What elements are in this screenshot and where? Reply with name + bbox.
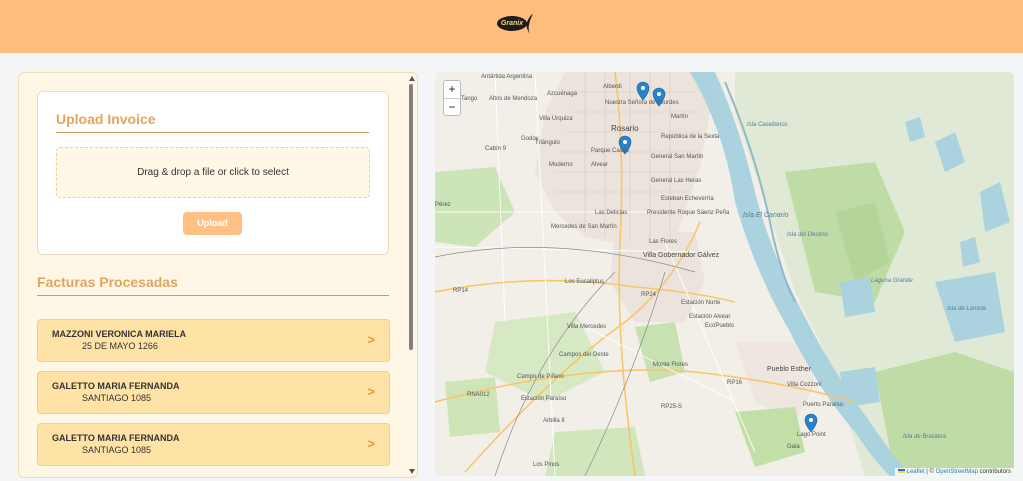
map-label: RNA012 [467,392,490,398]
map-label: Alvear [591,162,609,168]
map-label: Nuestra Señora de Lourdes [605,100,679,106]
leaflet-link[interactable]: Leaflet [907,469,925,475]
invoice-name: GALETTO MARIA FERNANDA [52,433,180,443]
map-label: Isla de Brasilera [903,434,947,440]
map-label: Villa Urquiza [539,116,573,122]
map-label-villa-gobernador-galvez: Villa Gobernador Gálvez [643,252,720,259]
zoom-out-button[interactable]: − [444,99,460,116]
map-label: Azcuénaga [547,91,578,97]
granix-logo[interactable]: Granix [497,13,535,35]
map-label: Lago Point [797,432,826,438]
map-label: Alberdi [603,84,622,90]
invoice-address: SANTIAGO 1085 [82,445,152,455]
map-tiles [435,72,1014,476]
map-label: República de la Sexta [661,134,720,140]
map-label: Gaia [787,444,800,450]
map-label: Isla de Lamola [947,306,987,312]
map-label: Antártida Argentina [481,74,533,80]
map-label-pueblo-esther: Pueblo Esther [767,366,811,373]
map-label: Estación Alvear [689,314,731,320]
map-label: Campo de Piñero [517,374,564,380]
invoice-item[interactable]: GALETTO MARIA FERNANDA SANTIAGO 1085 > [37,371,390,414]
map-label: Isla Casellanos [747,122,788,128]
facturas-procesadas-title: Facturas Procesadas [37,274,178,290]
logo-feather-icon [526,14,533,34]
map-label: Triángulo [535,140,560,146]
map-label: RP24 [641,292,657,298]
map-view[interactable]: Antártida Argentina Tango Altos de Mendo… [435,72,1014,476]
attribution-suffix: contributors [977,469,1011,475]
ukraine-flag-icon [897,469,905,474]
invoice-name: GALETTO MARIA FERNANDA [52,381,180,391]
map-label: General Las Heras [651,178,702,184]
map-label: Isla El Canario [743,212,789,219]
upload-button[interactable]: Upload [183,212,242,235]
map-label: Laguna Grande [871,278,913,284]
map-label: Campos del Oeste [559,352,609,358]
map-label: Tango [461,96,478,102]
facturas-title-divider [37,295,389,296]
map-label: Arbilla II [543,418,565,424]
invoice-address: SANTIAGO 1085 [82,393,152,403]
map-label: Las Delicias [595,210,628,216]
dropzone-text: Drag & drop a file or click to select [137,167,289,178]
top-header-bar: Granix [0,0,1023,53]
scroll-down-arrow-icon[interactable] [409,469,415,474]
map-label: RP14 [453,288,469,294]
map-label: Isla del Destino [787,232,829,238]
scroll-up-arrow-icon[interactable] [409,76,415,81]
chevron-right-icon: > [367,384,375,399]
map-label-rosario: Rosario [611,124,639,133]
map-zoom-control: + − [443,80,461,116]
upload-title: Upload Invoice [56,111,156,127]
panel-scrollbar[interactable] [407,76,415,476]
map-label: Estación Paraíso [521,396,567,402]
map-label: General San Martín [651,154,704,160]
map-label: Esteban Echeverría [661,196,714,202]
invoice-name: MAZZONI VERONICA MARIELA [52,329,187,339]
map-label: RP25-S [661,404,683,410]
map-label: Los Pinos [533,462,560,468]
invoice-item[interactable]: MAZZONI VERONICA MARIELA 25 DE MAYO 1266… [37,319,390,362]
map-label: Cabín 9 [485,146,507,152]
map-label: Moderno [549,162,573,168]
upload-invoice-card: Upload Invoice Drag & drop a file or cli… [37,91,389,255]
logo-wordmark: Granix [497,16,527,31]
map-label: Las Flores [649,239,678,245]
map-label: Parque Casas [591,148,630,154]
invoice-item[interactable]: GALETTO MARIA FERNANDA SANTIAGO 1085 > [37,423,390,466]
map-attribution: Leaflet | © OpenStreetMap contributors [894,468,1014,476]
map-label: Villa Cozzoni [787,382,822,388]
map-label: RP16 [727,380,743,386]
scroll-thumb[interactable] [409,84,413,350]
upload-title-divider [56,132,369,133]
map-label: Estación Norte [681,300,721,306]
attribution-separator: | © [924,469,936,475]
map-label: Puerto Paraíso [803,402,844,408]
map-label: EcoPueblo [705,323,735,329]
chevron-right-icon: > [367,436,375,451]
map-label: Mercedes de San Martín [551,224,617,230]
zoom-in-button[interactable]: + [444,81,460,99]
map-label: Villa Mercedes [567,324,607,330]
map-label: Martín [671,114,689,120]
map-label: Presidente Roque Sáenz Peña [647,210,730,216]
map-label: Pérez [435,202,451,208]
openstreetmap-link[interactable]: OpenStreetMap [936,469,978,475]
map-label: Altos de Mendoza [489,96,538,102]
file-dropzone[interactable]: Drag & drop a file or click to select [56,147,370,198]
map-label: Los Eucaliptus [565,279,605,285]
map-label: Monte Flores [653,362,689,368]
invoice-address: 25 DE MAYO 1266 [82,341,158,351]
chevron-right-icon: > [367,332,375,347]
